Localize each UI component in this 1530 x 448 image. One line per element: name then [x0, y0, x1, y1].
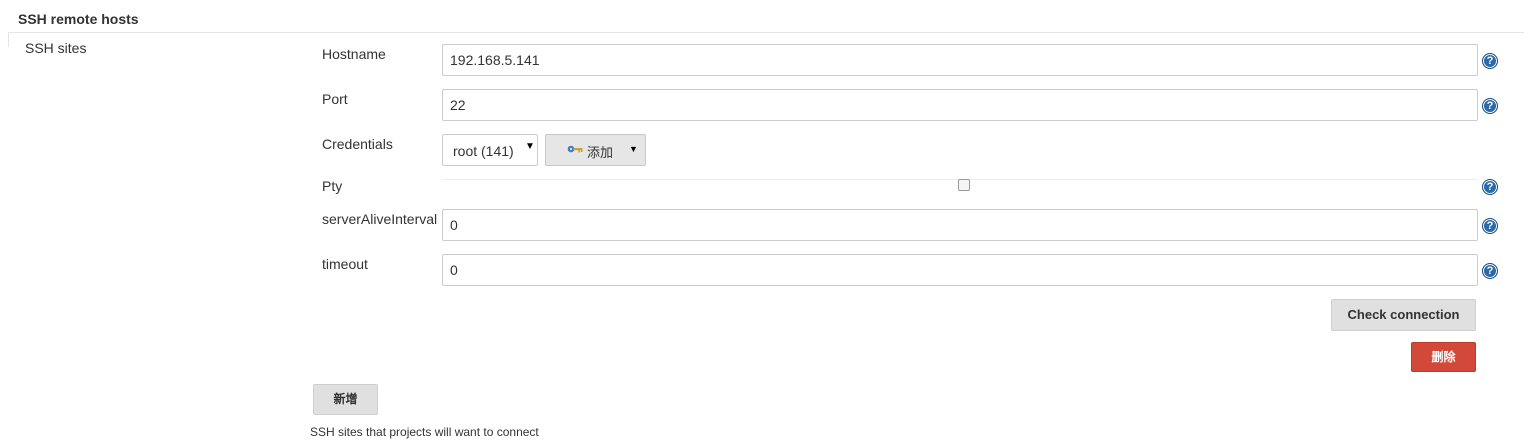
hostname-help-icon[interactable]: ?	[1482, 53, 1498, 69]
add-credentials-button[interactable]: 添加 ▼	[545, 134, 646, 166]
pty-label: Pty	[322, 178, 343, 194]
timeout-label: timeout	[322, 256, 368, 272]
ssh-sites-description: SSH sites that projects will want to con…	[310, 425, 539, 439]
delete-button[interactable]: 删除	[1411, 342, 1476, 372]
credentials-select[interactable]: root (141) ▼	[442, 134, 538, 166]
pty-help-icon[interactable]: ?	[1482, 179, 1498, 195]
hostname-input[interactable]	[442, 44, 1478, 76]
add-credentials-label: 添加	[587, 145, 614, 160]
section-left-border	[8, 33, 9, 47]
port-input[interactable]	[442, 89, 1478, 121]
check-connection-button[interactable]: Check connection	[1331, 299, 1476, 331]
port-help-icon[interactable]: ?	[1482, 98, 1498, 114]
port-label: Port	[322, 91, 348, 107]
hostname-label: Hostname	[322, 46, 386, 62]
timeout-input[interactable]	[442, 254, 1478, 286]
credentials-selected-value: root (141)	[453, 143, 514, 159]
timeout-help-icon[interactable]: ?	[1482, 263, 1498, 279]
ssh-sites-label: SSH sites	[25, 40, 87, 56]
credentials-label: Credentials	[322, 136, 393, 152]
server-alive-interval-label: serverAliveInterval	[322, 211, 438, 227]
add-site-button[interactable]: 新增	[313, 384, 378, 415]
caret-down-icon: ▼	[629, 144, 638, 154]
key-icon	[567, 145, 583, 153]
caret-down-icon: ▼	[525, 141, 535, 152]
server-alive-interval-help-icon[interactable]: ?	[1482, 218, 1498, 234]
section-title: SSH remote hosts	[18, 11, 139, 27]
section-divider	[8, 32, 1524, 33]
server-alive-interval-input[interactable]	[442, 209, 1478, 241]
pty-checkbox[interactable]	[958, 179, 970, 191]
